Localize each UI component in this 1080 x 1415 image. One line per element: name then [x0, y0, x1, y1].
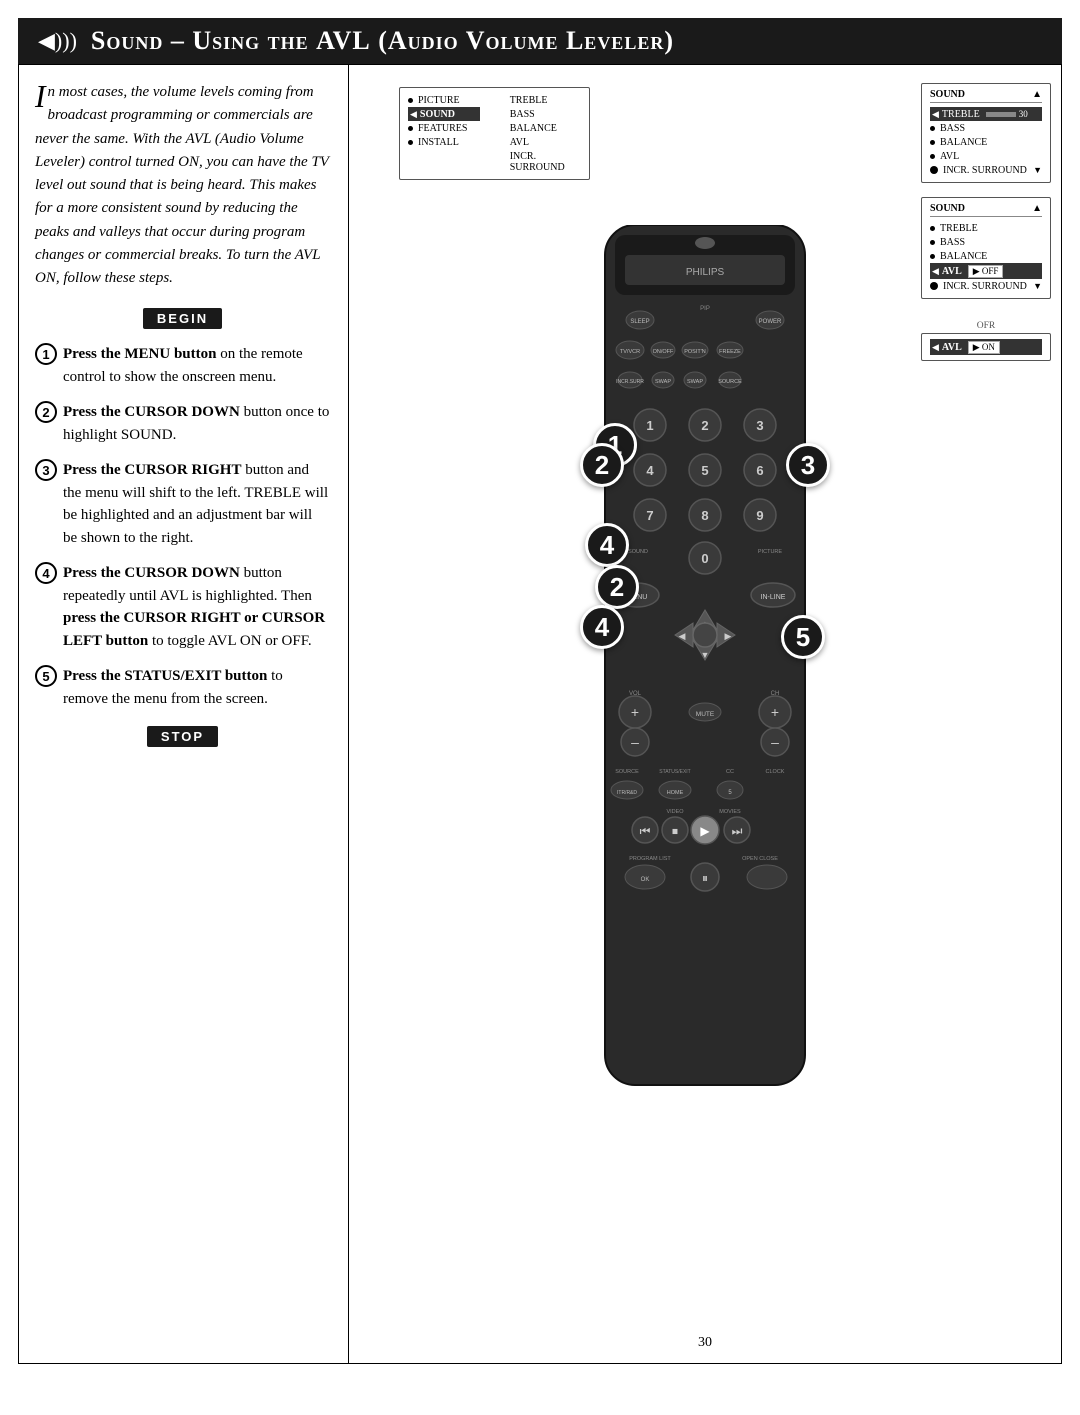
page-title: Sound – Using the AVL (Audio Volume Leve… [91, 26, 674, 56]
step-4-number: 4 [35, 562, 57, 584]
svg-text:CC: CC [726, 769, 734, 775]
svg-text:PIP: PIP [700, 306, 710, 312]
svg-text:HOME: HOME [667, 790, 684, 796]
svg-text:5: 5 [701, 463, 708, 478]
step-3: 3 Press the CURSOR RIGHT button and the … [35, 459, 330, 549]
step-5-number: 5 [35, 665, 57, 687]
step-1-number: 1 [35, 343, 57, 365]
stop-label: STOP [147, 726, 218, 747]
step-label-2b: 2 [595, 565, 639, 609]
step-label-2: 2 [580, 443, 624, 487]
svg-text:+: + [771, 704, 779, 720]
svg-text:SOURCE: SOURCE [718, 379, 742, 385]
svg-text:MOVIES: MOVIES [719, 809, 741, 815]
svg-text:2: 2 [701, 418, 708, 433]
svg-text:⏸: ⏸ [702, 871, 708, 885]
svg-text:7: 7 [646, 508, 653, 523]
svg-text:PICTURE: PICTURE [758, 549, 782, 555]
begin-badge: BEGIN [35, 308, 330, 329]
svg-text:SWAP: SWAP [687, 379, 703, 385]
right-panel: PICTURE ◀SOUND FEATURES INSTALL T [349, 65, 1061, 1363]
step-5-text: Press the STATUS/EXIT but­ton to remove … [63, 665, 330, 710]
svg-text:INCR.SURR: INCR.SURR [616, 379, 644, 385]
begin-label: BEGIN [143, 308, 222, 329]
step-1-text: Press the MENU button on the remote cont… [63, 343, 330, 388]
svg-text:SOUND: SOUND [628, 549, 648, 555]
step-2-text: Press the CURSOR DOWN button once to hig… [63, 401, 330, 446]
svg-text:8: 8 [701, 508, 708, 523]
svg-text:+: + [631, 704, 639, 720]
svg-text:TV/VCR: TV/VCR [620, 349, 640, 355]
step-label-3: 3 [786, 443, 830, 487]
step-2-number: 2 [35, 401, 57, 423]
svg-text:▶: ▶ [700, 824, 710, 838]
treble-menu-screen: SOUND ▲ ◀TREBLE 30 BASS BALANCE AVL INCR… [921, 83, 1051, 183]
svg-text:POWER: POWER [759, 319, 782, 325]
speaker-icon: ◀))) [38, 28, 77, 54]
left-instructions-panel: In most cases, the volume levels coming … [19, 65, 349, 1363]
svg-text:4: 4 [646, 463, 654, 478]
step-1: 1 Press the MENU button on the remote co… [35, 343, 330, 388]
svg-text:OK: OK [641, 877, 650, 883]
svg-text:PROGRAM LIST: PROGRAM LIST [629, 856, 671, 862]
page-number-text: 30 [698, 1335, 712, 1350]
svg-text:1: 1 [646, 418, 653, 433]
avl-off-menu-screen: SOUND ▲ TREBLE BASS BALANCE ◀AVL ▶ OFF I… [921, 197, 1051, 299]
step-4: 4 Press the CURSOR DOWN button repeatedl… [35, 562, 330, 652]
svg-text:PHILIPS: PHILIPS [686, 267, 725, 278]
svg-text:⏮: ⏮ [640, 824, 651, 838]
svg-text:STATUS/EXIT: STATUS/EXIT [659, 769, 690, 775]
svg-text:SWAP: SWAP [655, 379, 671, 385]
step-2: 2 Press the CURSOR DOWN button once to h… [35, 401, 330, 446]
step-5: 5 Press the STATUS/EXIT but­ton to remov… [35, 665, 330, 710]
svg-text:CLOCK: CLOCK [766, 769, 785, 775]
remote-control-image: PHILIPS SLEEP POWER PIP TV/VCR ON/OFF PO… [575, 225, 835, 1130]
svg-text:3: 3 [756, 418, 763, 433]
step-label-4b: 4 [580, 605, 624, 649]
svg-text:ON/OFF: ON/OFF [653, 349, 674, 355]
step-label-4-upper: 4 [585, 523, 629, 567]
svg-text:POSIT'N: POSIT'N [684, 349, 706, 355]
step-4-text: Press the CURSOR DOWN button repeatedly … [63, 562, 330, 652]
main-content-area: In most cases, the volume levels coming … [18, 64, 1062, 1364]
page-header: ◀))) Sound – Using the AVL (Audio Volume… [18, 18, 1062, 64]
svg-text:SOURCE: SOURCE [615, 769, 639, 775]
svg-text:ITR/R&D: ITR/R&D [617, 790, 637, 796]
svg-text:◀: ◀ [679, 631, 686, 641]
svg-text:▶: ▶ [725, 631, 732, 641]
svg-text:6: 6 [756, 463, 763, 478]
svg-text:MUTE: MUTE [696, 711, 715, 718]
svg-text:▼: ▼ [701, 650, 710, 660]
svg-text:–: – [631, 734, 639, 750]
stop-badge: STOP [35, 726, 330, 747]
svg-text:0: 0 [701, 551, 708, 566]
svg-text:OPEN CLOSE: OPEN CLOSE [742, 856, 778, 862]
main-menu-screen: PICTURE ◀SOUND FEATURES INSTALL T [399, 87, 590, 180]
svg-text:IN-LINE: IN-LINE [761, 594, 786, 601]
avl-on-menu-screen: OFR ◀AVL ▶ ON [921, 321, 1051, 361]
svg-text:FREEZE: FREEZE [719, 349, 741, 355]
step-3-text: Press the CURSOR RIGHT button and the me… [63, 459, 330, 549]
svg-text:⏭: ⏭ [732, 824, 743, 838]
step-3-number: 3 [35, 459, 57, 481]
svg-text:⏹: ⏹ [672, 824, 678, 838]
intro-paragraph: In most cases, the volume levels coming … [35, 81, 330, 290]
step-label-5: 5 [781, 615, 825, 659]
svg-text:–: – [771, 734, 779, 750]
svg-text:VIDEO: VIDEO [666, 809, 684, 815]
page-number: 30 [698, 1334, 712, 1351]
svg-text:SLEEP: SLEEP [630, 319, 649, 325]
right-menu-screens: SOUND ▲ ◀TREBLE 30 BASS BALANCE AVL INCR… [921, 83, 1051, 361]
svg-text:9: 9 [756, 508, 763, 523]
